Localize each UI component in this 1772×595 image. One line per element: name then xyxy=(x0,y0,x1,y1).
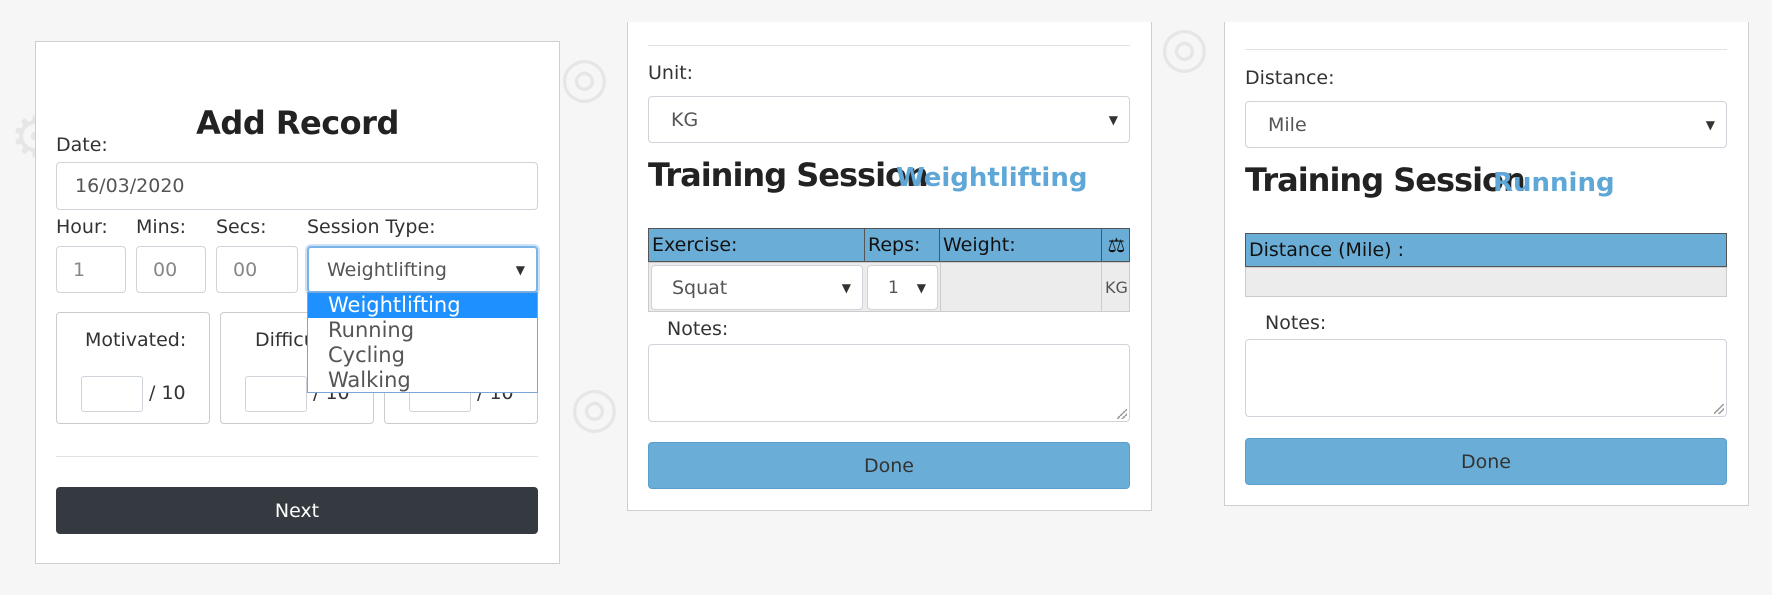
chevron-down-icon: ▼ xyxy=(916,280,926,295)
rating-suffix: / 10 xyxy=(149,382,186,404)
chevron-down-icon: ▼ xyxy=(841,280,851,295)
hour-label: Hour: xyxy=(56,216,108,238)
exercise-select[interactable]: Squat ▼ xyxy=(651,265,863,310)
divider xyxy=(648,45,1130,46)
unit-select[interactable]: KG ▼ xyxy=(648,96,1130,143)
session-type-heading: Running xyxy=(1493,168,1615,198)
done-button[interactable]: Done xyxy=(1245,438,1727,485)
header-reps: Reps: xyxy=(865,229,940,261)
reps-select[interactable]: 1 ▼ xyxy=(867,265,938,310)
motivated-input[interactable] xyxy=(81,376,143,412)
distance-table-header: Distance (Mile) : xyxy=(1245,233,1727,267)
weight-input[interactable] xyxy=(940,263,1102,311)
header-exercise: Exercise: xyxy=(649,229,865,261)
mins-input[interactable]: 00 xyxy=(136,246,206,293)
session-type-value: Weightlifting xyxy=(327,258,447,281)
exercise-table-row: Squat ▼ 1 ▼ KG xyxy=(648,262,1130,312)
background-dumbbell-icon: ◎ xyxy=(570,375,619,440)
dropdown-option-weightlifting[interactable]: Weightlifting xyxy=(308,293,537,318)
notes-textarea[interactable] xyxy=(1245,339,1727,417)
exercise-table-header: Exercise: Reps: Weight: ⚖ xyxy=(648,228,1130,262)
rating-box-motivated: Motivated: / 10 xyxy=(56,312,210,424)
background-dumbbell-icon: ◎ xyxy=(1160,15,1209,80)
unit-label: Unit: xyxy=(648,62,694,84)
weight-unit: KG xyxy=(1105,277,1128,297)
difficulty-input[interactable] xyxy=(245,376,307,412)
running-card: Distance: Mile ▼ Training Session Runnin… xyxy=(1224,22,1749,506)
notes-textarea[interactable] xyxy=(648,344,1130,422)
hour-input[interactable]: 1 xyxy=(56,246,126,293)
divider xyxy=(1245,49,1727,50)
chevron-down-icon: ▼ xyxy=(515,262,525,277)
divider xyxy=(56,456,538,457)
notes-label: Notes: xyxy=(1265,312,1327,334)
background-dumbbell-icon: ◎ xyxy=(560,45,609,110)
chevron-down-icon: ▼ xyxy=(1108,112,1118,127)
mins-label: Mins: xyxy=(136,216,187,238)
rating-label: Motivated: xyxy=(85,329,187,351)
resize-handle-icon[interactable] xyxy=(1714,404,1724,414)
resize-handle-icon[interactable] xyxy=(1117,409,1127,419)
notes-label: Notes: xyxy=(667,318,729,340)
add-record-card: Add Record Date: 16/03/2020 Hour: Mins: … xyxy=(35,41,560,564)
next-button[interactable]: Next xyxy=(56,487,538,534)
reps-value: 1 xyxy=(888,277,899,298)
dropdown-option-running[interactable]: Running xyxy=(308,318,537,343)
done-button[interactable]: Done xyxy=(648,442,1130,489)
hour-value: 1 xyxy=(73,258,86,281)
dropdown-option-walking[interactable]: Walking xyxy=(308,368,537,392)
distance-label: Distance: xyxy=(1245,67,1335,89)
date-field[interactable]: 16/03/2020 xyxy=(56,162,538,210)
distance-input[interactable] xyxy=(1245,267,1727,297)
mins-placeholder: 00 xyxy=(153,258,178,281)
session-title: Training Session xyxy=(648,156,929,194)
secs-input[interactable]: 00 xyxy=(216,246,298,293)
session-type-heading: Weightlifting xyxy=(896,163,1088,193)
page-title: Add Record xyxy=(196,104,399,142)
dropdown-option-cycling[interactable]: Cycling xyxy=(308,343,537,368)
session-type-label: Session Type: xyxy=(307,216,436,238)
distance-unit-select[interactable]: Mile ▼ xyxy=(1245,101,1727,148)
unit-value: KG xyxy=(671,108,699,131)
header-weight: Weight: xyxy=(940,229,1102,261)
date-value: 16/03/2020 xyxy=(75,175,185,197)
scale-icon: ⚖ xyxy=(1107,233,1126,257)
secs-placeholder: 00 xyxy=(233,258,258,281)
secs-label: Secs: xyxy=(216,216,267,238)
date-label: Date: xyxy=(56,134,108,156)
chevron-down-icon: ▼ xyxy=(1705,117,1715,132)
distance-unit-value: Mile xyxy=(1268,113,1307,136)
weightlifting-card: Unit: KG ▼ Training Session Weightliftin… xyxy=(627,22,1152,511)
session-title: Training Session xyxy=(1245,161,1526,199)
session-type-dropdown: Weightlifting Running Cycling Walking xyxy=(307,292,538,393)
exercise-value: Squat xyxy=(672,276,728,299)
session-type-select[interactable]: Weightlifting ▼ xyxy=(307,246,538,293)
